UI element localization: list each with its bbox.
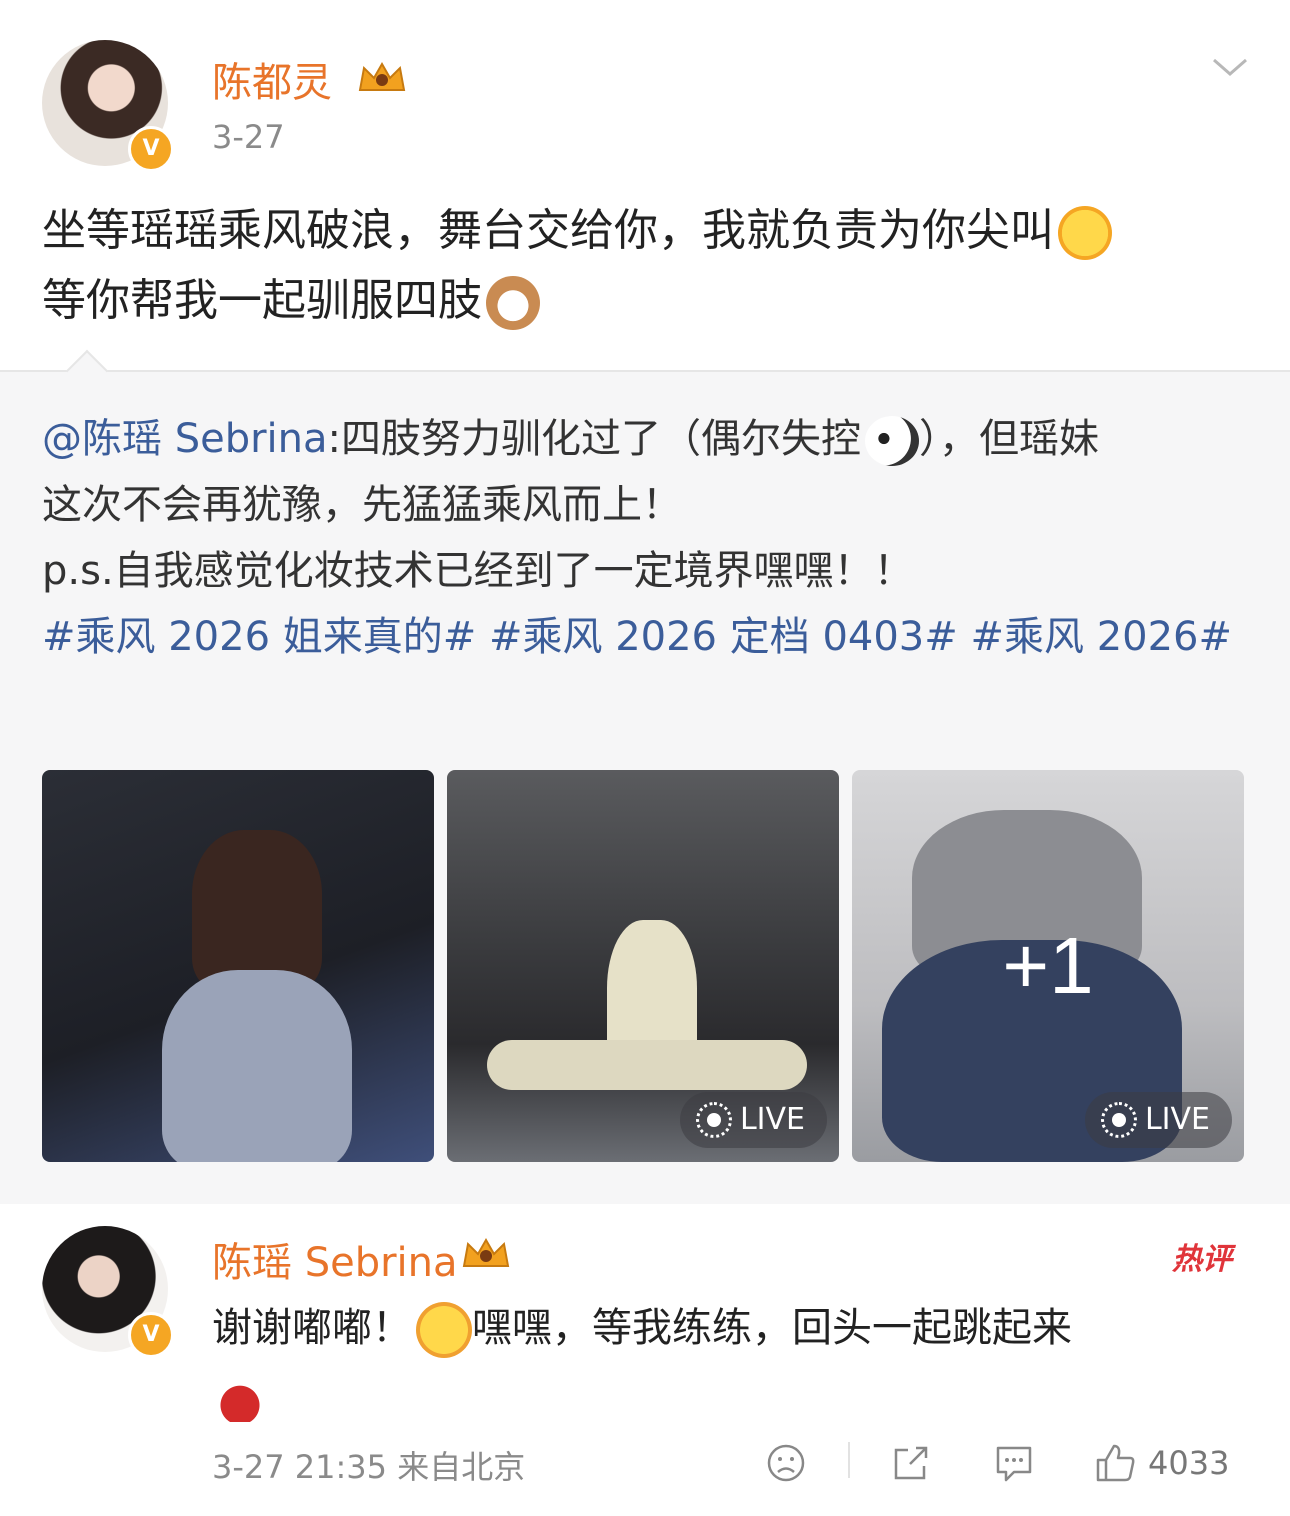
thumbs-up-icon bbox=[1096, 1444, 1135, 1482]
post-text-line2: 等你帮我一起驯服四肢 bbox=[42, 275, 482, 326]
post-body: 坐等瑶瑶乘风破浪，舞台交给你，我就负责为你尖叫 等你帮我一起驯服四肢 bbox=[42, 196, 1252, 336]
vip-crown-icon bbox=[462, 1237, 510, 1267]
reply-author-name[interactable]: 陈瑶 Sebrina bbox=[212, 1230, 458, 1288]
photo-thumbnail[interactable] bbox=[42, 770, 434, 1162]
photo-figure bbox=[487, 1040, 807, 1090]
hashtag-link[interactable]: #乘风 2026 姐来真的# bbox=[42, 614, 476, 660]
share-button[interactable] bbox=[890, 1440, 932, 1486]
verified-badge-icon: V bbox=[128, 1312, 174, 1358]
hot-comment-badge: 热评 bbox=[1172, 1242, 1232, 1277]
dislike-button[interactable] bbox=[766, 1440, 806, 1486]
live-label: LIVE bbox=[1144, 1102, 1210, 1137]
repost-text-line3: p.s.自我感觉化妆技术已经到了一定境界嘿嘿！！ bbox=[42, 548, 914, 594]
like-button[interactable]: 4033 bbox=[1094, 1440, 1229, 1486]
live-icon bbox=[1100, 1102, 1137, 1138]
live-label: LIVE bbox=[739, 1102, 805, 1137]
action-divider bbox=[848, 1442, 850, 1478]
hashtag-link[interactable]: #乘风 2026# bbox=[970, 614, 1232, 660]
live-icon bbox=[695, 1102, 732, 1138]
live-badge: LIVE bbox=[679, 1092, 827, 1148]
share-icon bbox=[894, 1446, 928, 1480]
reply-text-part1: 谢谢嘟嘟！ bbox=[212, 1305, 412, 1351]
dancer-emoji-icon bbox=[212, 1366, 268, 1422]
repost-body: @陈瑶 Sebrina:四肢努力驯化过了（偶尔失控 ），但瑶妹 这次不会再犹豫，先… bbox=[42, 406, 1242, 670]
reply-body: 谢谢嘟嘟！ 嘿嘿，等我练练，回头一起跳起来 bbox=[212, 1296, 1252, 1424]
flower-smile-emoji-icon bbox=[1058, 206, 1112, 260]
frown-face-icon bbox=[767, 1444, 805, 1482]
mention-link[interactable]: @陈瑶 Sebrina bbox=[42, 416, 328, 462]
post-text-line1: 坐等瑶瑶乘风破浪，舞台交给你，我就负责为你尖叫 bbox=[42, 205, 1054, 256]
photo-figure bbox=[192, 830, 322, 990]
repost-text-part1: :四肢努力驯化过了（偶尔失控 bbox=[327, 416, 862, 462]
chevron-down-icon[interactable] bbox=[1210, 52, 1250, 82]
reply-text-part2: 嘿嘿，等我练练，回头一起跳起来 bbox=[472, 1305, 1072, 1351]
panda-emoji-icon bbox=[865, 416, 920, 466]
cat-face-emoji-icon bbox=[486, 276, 540, 330]
post-time: 3-27 bbox=[212, 118, 285, 156]
live-badge: LIVE bbox=[1084, 1092, 1232, 1148]
reply-meta: 3-27 21:35 来自北京 bbox=[212, 1448, 526, 1486]
comment-button[interactable] bbox=[992, 1440, 1036, 1486]
photo-figure bbox=[162, 970, 352, 1162]
author-name[interactable]: 陈都灵 bbox=[212, 50, 332, 108]
comment-icon bbox=[996, 1446, 1032, 1482]
repost-text-part2: ），但瑶妹 bbox=[919, 416, 1100, 462]
hashtag-link[interactable]: #乘风 2026 定档 0403# bbox=[489, 614, 958, 660]
repost-text-line2: 这次不会再犹豫，先猛猛乘风而上！ bbox=[42, 482, 682, 528]
verified-badge-icon: V bbox=[128, 126, 174, 172]
live-photo-thumbnail[interactable]: +1 LIVE bbox=[852, 770, 1244, 1162]
vip-crown-icon bbox=[358, 61, 406, 91]
live-photo-thumbnail[interactable]: LIVE bbox=[447, 770, 839, 1162]
pleading-emoji-icon bbox=[416, 1302, 472, 1358]
like-count: 4033 bbox=[1148, 1444, 1230, 1482]
